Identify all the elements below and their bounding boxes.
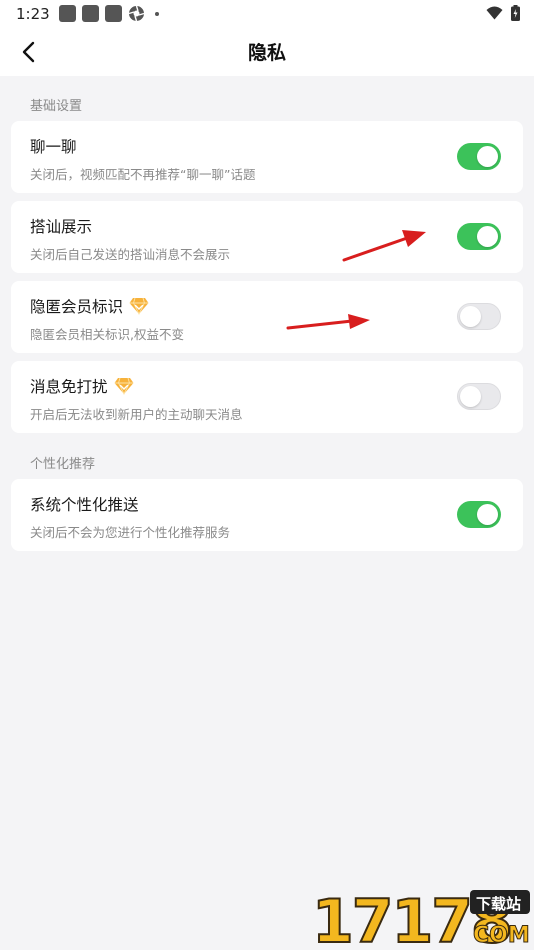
status-time: 1:23 [16, 5, 50, 23]
watermark-domain: COM [473, 923, 530, 948]
privacy-screen: 1:23 隐私 基础设置 聊一聊 关闭后，视频匹配不再推荐“聊一聊”话题 搭讪展… [0, 0, 534, 950]
setting-item-do-not-disturb: 消息免打扰 开启后无法收到新用户的主动聊天消息 [11, 361, 523, 433]
vip-diamond-icon [114, 377, 134, 395]
toggle-knob [477, 146, 498, 167]
toggle-knob [477, 504, 498, 525]
setting-item-desc: 关闭后，视频匹配不再推荐“聊一聊”话题 [30, 167, 256, 182]
page-title: 隐私 [247, 42, 286, 64]
setting-item-label: 聊一聊 [30, 138, 77, 156]
site-watermark-logo: 17178 下载站 COM [311, 886, 530, 948]
setting-item-label: 系统个性化推送 [30, 496, 139, 514]
notification-app-icon [82, 5, 99, 22]
setting-item-title: 系统个性化推送 [30, 493, 139, 515]
setting-item-hide-vip-badge: 隐匿会员标识 隐匿会员相关标识,权益不变 [11, 281, 523, 353]
more-notifications-icon [155, 11, 159, 16]
setting-item-title: 搭讪展示 [30, 215, 92, 237]
system-icons [486, 5, 520, 21]
notification-app-icon [105, 5, 122, 22]
setting-item-desc: 开启后无法收到新用户的主动聊天消息 [30, 407, 243, 422]
top-bar: 隐私 [0, 28, 534, 76]
section-title-personalization: 个性化推荐 [30, 457, 96, 472]
setting-item-personalized-push: 系统个性化推送 关闭后不会为您进行个性化推荐服务 [11, 479, 523, 551]
setting-item-title: 聊一聊 [30, 135, 77, 157]
annotation-arrow-icon [342, 230, 426, 262]
annotation-arrow-icon [286, 314, 370, 330]
personalized-push-toggle[interactable] [457, 501, 501, 528]
setting-item-chat: 聊一聊 关闭后，视频匹配不再推荐“聊一聊”话题 [11, 121, 523, 193]
setting-item-greeting-display: 搭讪展示 关闭后自己发送的搭讪消息不会展示 [11, 201, 523, 273]
aperture-icon [128, 5, 145, 22]
status-bar: 1:23 [0, 0, 534, 28]
chat-toggle[interactable] [457, 143, 501, 170]
setting-item-label: 消息免打扰 [30, 378, 108, 396]
setting-item-label: 隐匿会员标识 [30, 298, 124, 316]
toggle-knob [460, 386, 481, 407]
notification-icons [59, 5, 159, 22]
battery-icon [511, 5, 520, 21]
setting-item-label: 搭讪展示 [30, 218, 93, 236]
setting-item-title: 隐匿会员标识 [30, 295, 149, 317]
do-not-disturb-toggle[interactable] [457, 383, 501, 410]
setting-item-desc: 隐匿会员相关标识,权益不变 [30, 327, 184, 342]
watermark-badge: 下载站 [476, 895, 521, 913]
vip-diamond-icon [129, 297, 149, 315]
greeting-display-toggle[interactable] [457, 223, 501, 250]
toggle-knob [460, 306, 481, 327]
notification-app-icon [59, 5, 76, 22]
setting-item-desc: 关闭后不会为您进行个性化推荐服务 [30, 525, 231, 540]
wifi-icon [486, 6, 503, 20]
setting-item-title: 消息免打扰 [30, 375, 134, 397]
toggle-knob [477, 226, 498, 247]
hide-vip-badge-toggle[interactable] [457, 303, 501, 330]
setting-item-desc: 关闭后自己发送的搭讪消息不会展示 [30, 247, 231, 262]
section-title-basic: 基础设置 [30, 99, 83, 114]
